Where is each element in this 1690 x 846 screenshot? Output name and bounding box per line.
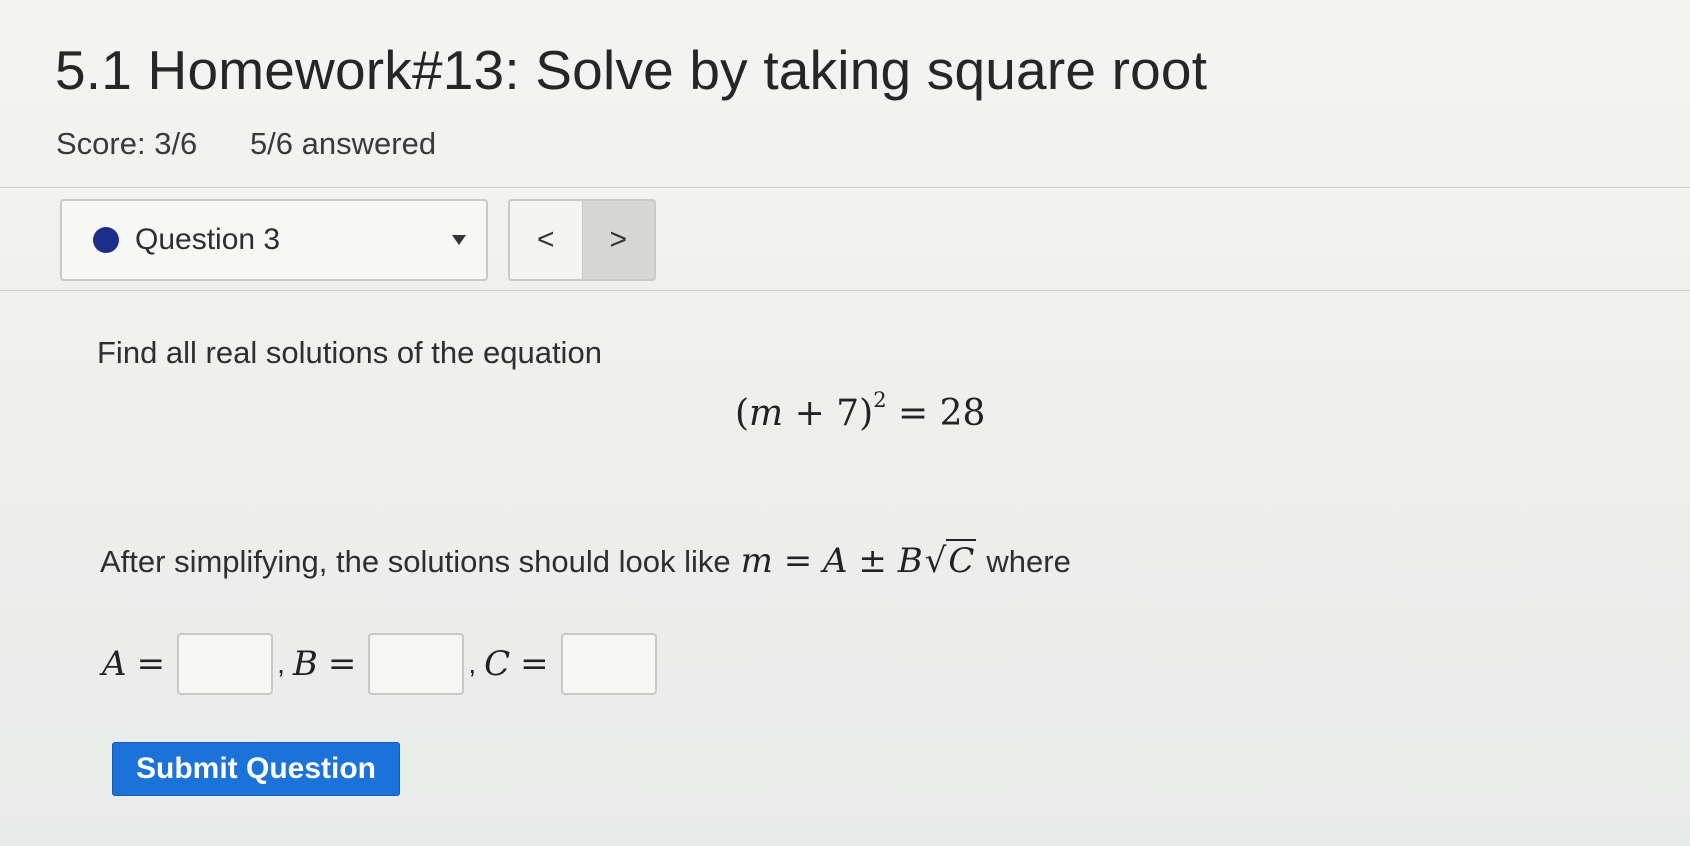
- solution-form-math: m = A ± B√C: [740, 539, 977, 581]
- caret-down-icon: [452, 235, 466, 245]
- chevron-right-icon: >: [609, 223, 628, 256]
- page-title: 5.1 Homework#13: Solve by taking square …: [55, 39, 1208, 101]
- question-dropdown-label: Question 3: [135, 223, 281, 256]
- divider-bottom: [0, 290, 1690, 291]
- previous-question-button[interactable]: <: [510, 201, 582, 279]
- answer-b-input[interactable]: [368, 633, 465, 695]
- instruction-where: where: [986, 544, 1071, 579]
- chevron-left-icon: <: [536, 223, 555, 256]
- answered-count: 5/6 answered: [249, 126, 437, 161]
- answer-c-label: C: [484, 644, 511, 684]
- answer-a-input[interactable]: [177, 633, 274, 695]
- answer-a-label: A: [102, 644, 127, 684]
- answer-b-label: B: [292, 644, 318, 684]
- equation: (m + 7)2 = 28: [735, 388, 986, 434]
- score-line: Score: 3/6 5/6 answered: [56, 126, 436, 162]
- question-dropdown[interactable]: Question 3: [60, 199, 488, 281]
- question-status-dot: [93, 227, 119, 253]
- page: 5.1 Homework#13: Solve by taking square …: [0, 0, 1690, 846]
- score-text: Score: 3/6: [56, 126, 198, 161]
- next-question-button[interactable]: >: [581, 201, 654, 279]
- solution-form-instruction: After simplifying, the solutions should …: [100, 539, 1071, 581]
- divider-top: [0, 187, 1690, 188]
- question-nav-buttons: < >: [508, 199, 656, 281]
- answer-row: A = , B = , C =: [102, 633, 661, 695]
- instruction-text: After simplifying, the solutions should …: [100, 544, 731, 579]
- question-prompt: Find all real solutions of the equation: [97, 335, 602, 370]
- square-root: √C: [924, 539, 977, 581]
- submit-question-button[interactable]: Submit Question: [112, 742, 400, 796]
- answer-c-input[interactable]: [560, 633, 657, 695]
